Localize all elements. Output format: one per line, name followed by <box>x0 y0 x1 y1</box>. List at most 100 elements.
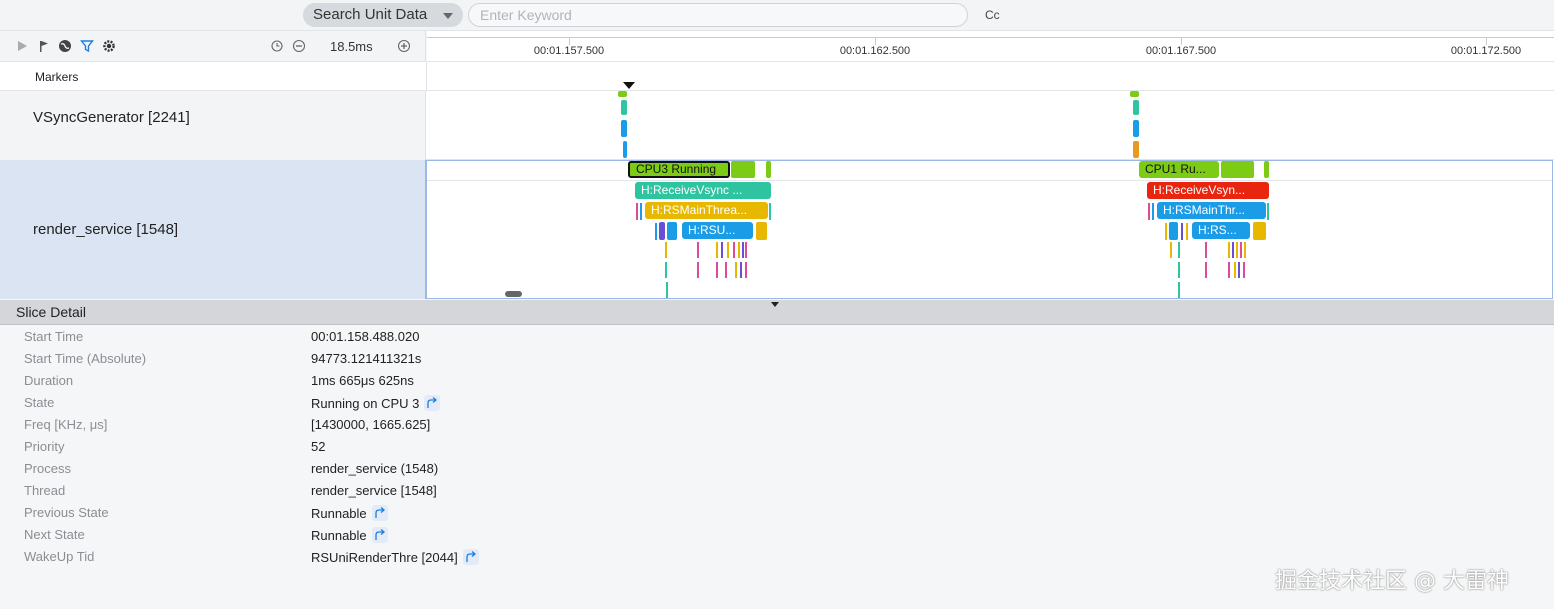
detail-row: Freq [KHz, μs] [1430000, 1665.625] <box>0 414 1554 436</box>
trace-slice[interactable] <box>1240 242 1242 258</box>
trace-slice[interactable] <box>756 222 767 240</box>
case-sensitive-button[interactable]: Cc <box>985 8 1000 22</box>
gear-icon[interactable] <box>102 39 116 53</box>
trace-slice[interactable] <box>1236 242 1238 258</box>
trace-slice[interactable] <box>1228 242 1230 258</box>
trace-slice[interactable] <box>716 262 718 278</box>
cpu-state-slice[interactable] <box>1221 161 1254 178</box>
keyword-input[interactable] <box>468 3 968 27</box>
zoom-in-icon[interactable] <box>397 39 411 53</box>
cpu-state-slice[interactable]: CPU1 Ru... <box>1139 161 1219 178</box>
cpu-state-slice[interactable] <box>766 161 771 178</box>
play-icon[interactable] <box>15 39 29 53</box>
trace-slice[interactable] <box>769 203 771 220</box>
trace-slice[interactable] <box>1181 223 1183 240</box>
trace-slice[interactable] <box>1165 223 1167 240</box>
history-icon[interactable] <box>270 39 284 53</box>
jump-link-icon[interactable] <box>371 527 388 543</box>
trace-slice[interactable] <box>740 262 742 278</box>
trace-slice[interactable] <box>665 242 667 258</box>
trace-slice[interactable] <box>667 222 677 240</box>
search-unit-label: Search Unit Data <box>313 6 428 23</box>
jump-link-icon[interactable] <box>462 549 479 565</box>
trace-slice[interactable] <box>1228 262 1230 278</box>
time-marker-flag[interactable] <box>623 82 635 89</box>
detail-value-group: Runnable <box>311 505 388 521</box>
trace-slice[interactable] <box>1205 242 1207 258</box>
trace-slice[interactable] <box>1243 262 1245 278</box>
trace-slice[interactable] <box>1148 203 1150 220</box>
receive-vsync-slice[interactable]: H:ReceiveVsync ... <box>635 182 771 199</box>
flag-icon[interactable] <box>37 39 51 53</box>
rs-main-thread-slice[interactable]: H:RSMainThrea... <box>645 202 768 219</box>
cpu-state-slice[interactable] <box>1264 161 1269 178</box>
vsync-track-label-cell[interactable]: VSyncGenerator [2241] <box>0 91 426 160</box>
trace-slice[interactable] <box>1170 242 1172 258</box>
detail-key: Priority <box>24 439 65 454</box>
rs-main-thread-slice[interactable]: H:RSMainThr... <box>1157 202 1266 219</box>
render-track-label-cell[interactable]: render_service [1548] <box>0 160 426 299</box>
trace-slice[interactable] <box>733 242 735 258</box>
trace-slice[interactable] <box>697 262 699 278</box>
trace-slice[interactable] <box>1178 282 1180 298</box>
vsync-slice[interactable] <box>621 120 627 137</box>
trace-slice[interactable] <box>655 223 657 240</box>
trace-slice[interactable] <box>742 242 744 258</box>
trace-slice[interactable] <box>666 282 668 298</box>
jump-link-icon[interactable] <box>371 505 388 521</box>
search-unit-select[interactable]: Search Unit Data <box>303 3 463 27</box>
time-ruler[interactable]: 00:01.157.500 00:01.162.500 00:01.167.50… <box>427 31 1554 62</box>
trace-slice[interactable] <box>659 222 665 240</box>
trace-slice[interactable] <box>1152 203 1154 220</box>
trace-slice[interactable] <box>745 242 747 258</box>
zoom-value: 18.5ms <box>330 39 373 54</box>
horizontal-scrollbar[interactable] <box>505 291 522 297</box>
detail-row: Start Time 00:01.158.488.020 <box>0 326 1554 348</box>
collapse-handle-icon[interactable] <box>771 302 779 307</box>
ruler-tick <box>1181 37 1182 45</box>
trace-slice[interactable] <box>735 262 737 278</box>
cpu-state-slice[interactable] <box>731 161 755 178</box>
vsync-slice[interactable] <box>1133 141 1139 158</box>
zoom-out-icon[interactable] <box>292 39 306 53</box>
vsync-slice[interactable] <box>623 141 627 158</box>
rsu-render-slice[interactable]: H:RSU... <box>682 222 753 239</box>
rsu-render-slice[interactable]: H:RS... <box>1192 222 1250 239</box>
vsync-slice[interactable] <box>1133 120 1139 137</box>
cpu-state-slice-selected[interactable]: CPU3 Running <box>628 161 730 178</box>
vsync-slice[interactable] <box>621 100 627 115</box>
detail-key: WakeUp Tid <box>24 549 95 564</box>
trace-slice[interactable] <box>727 242 729 258</box>
trace-slice[interactable] <box>1169 222 1178 240</box>
trace-slice[interactable] <box>1178 262 1180 278</box>
trace-slice[interactable] <box>640 203 642 220</box>
jump-link-icon[interactable] <box>424 395 441 411</box>
trace-slice[interactable] <box>738 242 740 258</box>
trace-slice[interactable] <box>1178 242 1180 258</box>
vsync-slice[interactable] <box>618 91 627 97</box>
globe-icon[interactable] <box>58 39 72 53</box>
trace-slice[interactable] <box>1267 203 1269 220</box>
detail-key: Thread <box>24 483 66 498</box>
detail-value: [1430000, 1665.625] <box>311 417 431 432</box>
detail-value: RSUniRenderThre [2044] <box>311 550 458 565</box>
trace-slice[interactable] <box>1232 242 1234 258</box>
filter-icon[interactable] <box>80 39 94 53</box>
trace-slice[interactable] <box>1244 242 1246 258</box>
receive-vsync-slice[interactable]: H:ReceiveVsyn... <box>1147 182 1269 199</box>
trace-slice[interactable] <box>636 203 638 220</box>
trace-slice[interactable] <box>1238 262 1240 278</box>
trace-slice[interactable] <box>716 242 718 258</box>
vsync-slice[interactable] <box>1130 91 1139 97</box>
trace-slice[interactable] <box>745 262 747 278</box>
trace-slice[interactable] <box>665 262 667 278</box>
vsync-slice[interactable] <box>1133 100 1139 115</box>
trace-slice[interactable] <box>1205 262 1207 278</box>
trace-slice[interactable] <box>1186 223 1188 240</box>
trace-slice[interactable] <box>697 242 699 258</box>
trace-slice[interactable] <box>721 242 723 258</box>
trace-slice[interactable] <box>1253 222 1266 240</box>
trace-slice[interactable] <box>725 262 727 278</box>
trace-slice[interactable] <box>1234 262 1236 278</box>
detail-row: Thread render_service [1548] <box>0 480 1554 502</box>
